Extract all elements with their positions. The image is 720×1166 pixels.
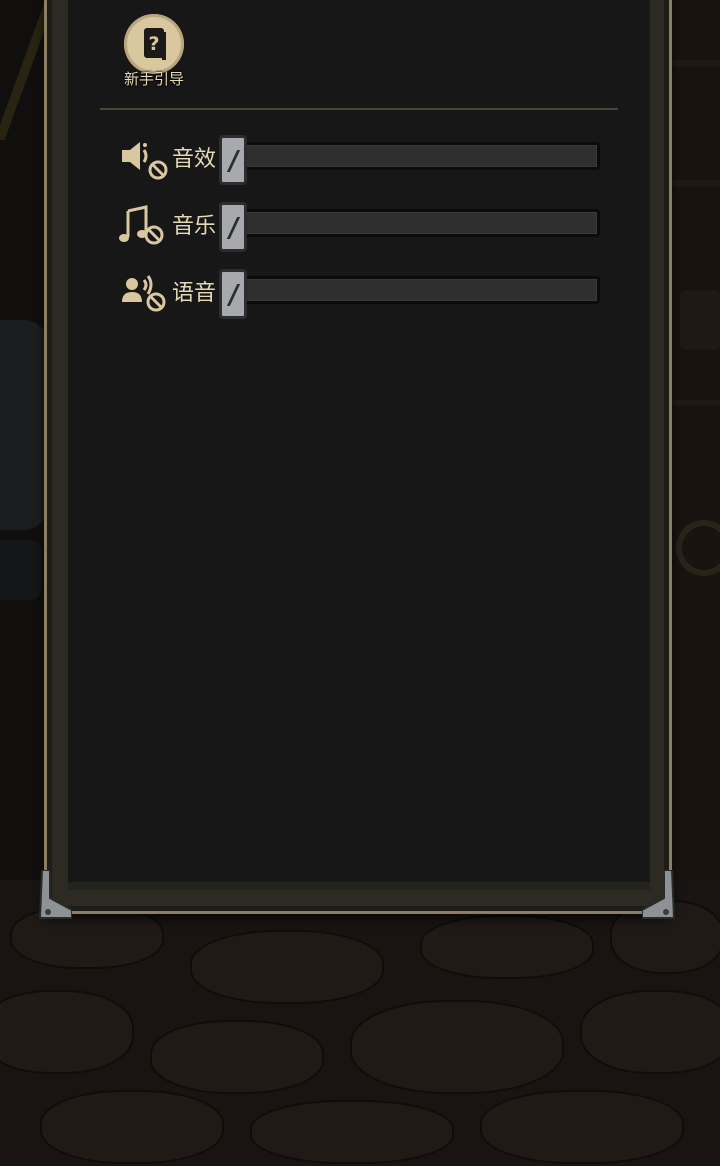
voice-muted-icon[interactable] (118, 272, 170, 316)
svg-text:?: ? (148, 33, 159, 55)
music-note-muted-icon[interactable] (118, 205, 170, 249)
music-label: 音乐 (172, 214, 217, 239)
panel-corner-right (642, 870, 676, 920)
music-volume-row: 音乐 (118, 202, 608, 252)
guide-button-circle: ? (124, 14, 184, 74)
panel-corner-left (38, 870, 72, 920)
sfx-label: 音效 (172, 147, 217, 172)
question-book-icon: ? (144, 28, 166, 60)
music-slider-track[interactable] (219, 202, 600, 252)
beginner-guide-button[interactable]: ? 新手引导 (118, 12, 190, 92)
section-divider (100, 108, 618, 110)
music-slider-handle[interactable] (219, 202, 247, 252)
settings-panel (68, 0, 650, 890)
voice-slider-track[interactable] (219, 269, 600, 319)
voice-volume-row: 语音 (118, 269, 608, 319)
guide-button-label: 新手引导 (123, 70, 184, 88)
speaker-muted-icon[interactable] (118, 138, 170, 182)
sfx-slider-handle[interactable] (219, 135, 247, 185)
sfx-volume-row: 音效 (118, 135, 608, 185)
voice-label: 语音 (172, 281, 217, 306)
sfx-slider-track[interactable] (219, 135, 600, 185)
voice-slider-handle[interactable] (219, 269, 247, 319)
